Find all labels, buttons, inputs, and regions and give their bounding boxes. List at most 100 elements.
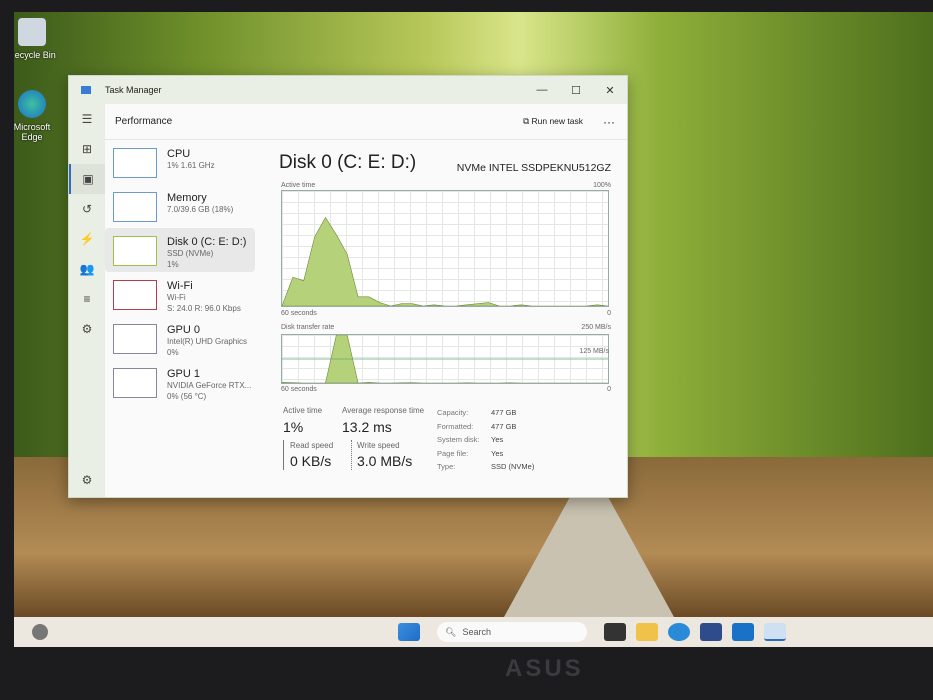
transfer-zero: 0 [607,386,611,393]
transfer-rate-graph [281,334,609,384]
outlook-icon[interactable] [732,623,754,641]
item-detail-2: 0% (56 °C) [167,392,207,401]
resource-item-gpu[interactable]: GPU 0 Intel(R) UHD Graphics 0% [105,316,265,360]
search-placeholder: Search [462,627,491,637]
task-manager-icon [81,86,91,94]
performance-icon[interactable]: ▣ [69,164,105,194]
file-explorer-icon[interactable] [636,623,658,641]
avg-response-value: 13.2 ms [342,419,392,435]
page-title: Performance [115,116,173,127]
avg-response-label: Average response time [342,406,425,415]
task-manager-taskbar-icon[interactable] [764,623,786,641]
startup-icon[interactable]: ⚡ [69,224,105,254]
task-view-icon[interactable] [604,623,626,641]
start-button[interactable] [398,623,420,641]
minimize-button[interactable]: — [525,84,559,96]
prop-key: System disk: [437,435,480,444]
active-time-seconds: 60 seconds [281,310,317,317]
resource-item-wifi[interactable]: Wi-Fi Wi-Fi S: 24.0 R: 96.0 Kbps [105,272,265,316]
active-time-zero: 0 [607,310,611,317]
more-options-button[interactable]: ··· [603,115,615,129]
item-name: GPU 0 [167,324,201,336]
widgets-icon[interactable] [32,624,48,640]
prop-key: Type: [437,462,456,471]
nav-rail: ☰ ⊞ ▣ ↺ ⚡ 👥 ≡ ⚙ ⚙ [69,104,105,497]
search-icon: 🔍︎ [445,626,457,637]
item-detail-2: 0% [167,348,179,357]
thumbnail-graph [113,324,157,354]
item-detail: 7.0/39.6 GB (18%) [167,205,234,214]
item-detail: Wi-Fi [167,293,186,302]
edge-shortcut[interactable]: Microsoft Edge [14,90,62,142]
item-detail: NVIDIA GeForce RTX... [167,381,252,390]
transfer-rate-label: Disk transfer rate [281,324,335,331]
thumbnail-graph [113,192,157,222]
item-detail: SSD (NVMe) [167,249,214,258]
recycle-bin-icon [18,18,46,46]
task-manager-window: Task Manager — ☐ ✕ ☰ ⊞ ▣ ↺ ⚡ 👥 ≡ ⚙ ⚙ Per… [68,75,628,498]
active-time-stat-label: Active time [283,406,323,415]
transfer-seconds: 60 seconds [281,386,317,393]
label: Recycle Bin [14,50,56,60]
transfer-rate-mid: 125 MB/s [579,348,609,355]
edge-icon [18,90,46,118]
disk-detail: Disk 0 (C: E: D:) NVMe INTEL SSDPEKNU512… [275,140,617,497]
active-time-max: 100% [593,182,611,189]
active-time-label: Active time [281,182,316,189]
maximize-button[interactable]: ☐ [559,84,593,97]
item-name: GPU 1 [167,368,201,380]
header: Performance ⧉ Run new task ··· [105,104,627,140]
hamburger-icon[interactable]: ☰ [69,104,105,134]
prop-key: Formatted: [437,421,474,431]
label: Run new task [531,116,584,126]
processes-icon[interactable]: ⊞ [69,134,105,164]
item-detail: 1% 1.61 GHz [167,161,215,170]
item-name: Disk 0 (C: E: D:) [167,236,247,248]
thumbnail-graph [113,148,157,178]
thumbnail-graph [113,236,157,266]
asus-logo: ASUS [505,655,584,682]
read-speed-label: Read speed [290,441,334,450]
prop-value: Yes [491,448,504,458]
close-button[interactable]: ✕ [593,84,627,97]
users-icon[interactable]: 👥 [69,254,105,284]
resource-item-disk[interactable]: Disk 0 (C: E: D:) SSD (NVMe) 1% [105,228,255,272]
settings-icon[interactable]: ⚙ [69,465,105,495]
thumbnail-graph [113,280,157,310]
prop-value: SSD (NVMe) [491,462,535,471]
title-bar[interactable]: Task Manager — ☐ ✕ [69,76,627,104]
recycle-bin-shortcut[interactable]: Recycle Bin [14,18,62,60]
taskbar: 🔍︎ Search [14,617,933,647]
resource-item-memory[interactable]: Memory 7.0/39.6 GB (18%) [105,184,265,228]
run-new-task-button[interactable]: ⧉ Run new task [523,116,583,127]
app-history-icon[interactable]: ↺ [69,194,105,224]
details-icon[interactable]: ≡ [69,284,105,314]
prop-key: Page file: [437,448,469,458]
prop-value: Yes [491,435,504,444]
write-speed-label: Write speed [357,441,400,450]
resource-list: CPU 1% 1.61 GHz Memory 7.0/39.6 GB (18%) Dis… [105,140,265,497]
item-name: Wi-Fi [167,280,193,292]
prop-value: 477 GB [491,408,517,417]
prop-value: 477 GB [491,421,517,431]
active-time-graph [281,190,609,307]
transfer-rate-max: 250 MB/s [581,324,611,331]
resource-item-cpu[interactable]: CPU 1% 1.61 GHz [105,140,265,184]
store-icon[interactable] [700,623,722,641]
item-detail-2: 1% [167,260,179,269]
g1-series [282,217,608,306]
window-title: Task Manager [105,85,162,95]
disk-title: Disk 0 (C: E: D:) [279,152,417,173]
label: Microsoft Edge [14,122,51,142]
thumbnail-graph [113,368,157,398]
edge-icon[interactable] [668,623,690,641]
item-name: Memory [167,192,207,204]
resource-item-gpu[interactable]: GPU 1 NVIDIA GeForce RTX... 0% (56 °C) [105,360,265,404]
services-icon[interactable]: ⚙ [69,314,105,344]
item-detail-2: S: 24.0 R: 96.0 Kbps [167,304,241,313]
desktop: Recycle Bin Microsoft Edge Task Manager … [14,12,933,647]
search-box[interactable]: 🔍︎ Search [437,622,587,642]
active-time-value: 1% [283,419,304,435]
disk-model: NVMe INTEL SSDPEKNU512GZ [456,162,611,174]
read-speed-value: 0 KB/s [290,453,332,469]
